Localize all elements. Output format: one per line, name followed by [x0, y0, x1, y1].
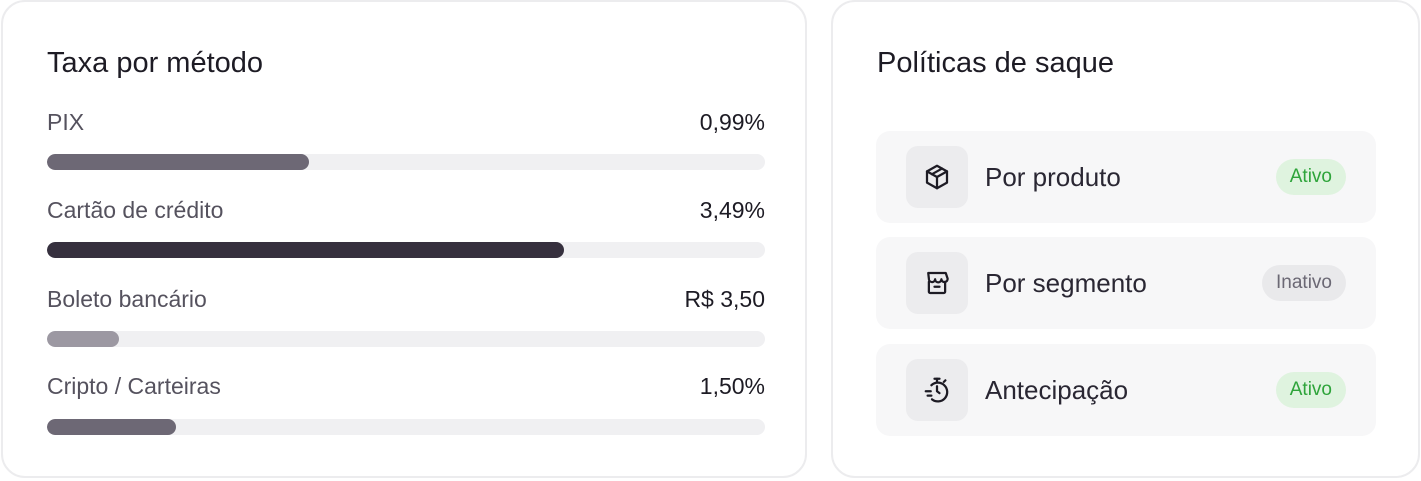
policy-item-by-segment[interactable]: Por segmento Inativo	[876, 237, 1376, 329]
fees-by-method-card: Taxa por método PIX 0,99% Cartão de créd…	[1, 0, 807, 478]
fee-row-crypto: Cripto / Carteiras 1,50%	[47, 373, 765, 435]
policy-label: Por produto	[985, 162, 1121, 192]
fee-progress-fill	[47, 154, 310, 170]
status-badge: Ativo	[1275, 159, 1346, 195]
fee-progress-track	[47, 154, 765, 170]
fee-row-boleto: Boleto bancário R$ 3,50	[47, 286, 765, 347]
fee-progress-track	[47, 331, 765, 347]
status-badge: Inativo	[1262, 265, 1346, 301]
fast-timer-icon	[906, 359, 968, 421]
fee-label: PIX	[47, 109, 85, 135]
fees-card-title: Taxa por método	[47, 47, 264, 79]
fee-value: 1,50%	[699, 373, 765, 399]
fee-progress-track	[47, 242, 765, 258]
policy-item-advance[interactable]: Antecipação Ativo	[876, 344, 1376, 436]
withdrawal-policies-card: Políticas de saque Por produto Ativo Por…	[831, 0, 1420, 478]
policies-card-title: Políticas de saque	[877, 47, 1114, 79]
policy-label: Antecipação	[985, 375, 1129, 405]
fee-value: 0,99%	[699, 109, 765, 135]
fee-label: Cripto / Carteiras	[47, 373, 221, 399]
fee-label: Boleto bancário	[47, 286, 207, 312]
fee-value: 3,49%	[699, 197, 765, 223]
store-icon	[906, 252, 968, 314]
policy-item-by-product[interactable]: Por produto Ativo	[876, 131, 1376, 223]
status-badge: Ativo	[1275, 372, 1346, 408]
fee-row-credit-card: Cartão de crédito 3,49%	[47, 197, 765, 258]
fee-progress-track	[47, 419, 765, 435]
fee-label: Cartão de crédito	[47, 197, 224, 223]
fee-progress-fill	[47, 419, 177, 435]
package-icon	[906, 146, 968, 208]
policy-label: Por segmento	[985, 268, 1147, 298]
fee-value: R$ 3,50	[684, 286, 765, 312]
fee-row-pix: PIX 0,99%	[47, 109, 765, 170]
fee-progress-fill	[47, 331, 119, 347]
fee-progress-fill	[47, 242, 564, 258]
